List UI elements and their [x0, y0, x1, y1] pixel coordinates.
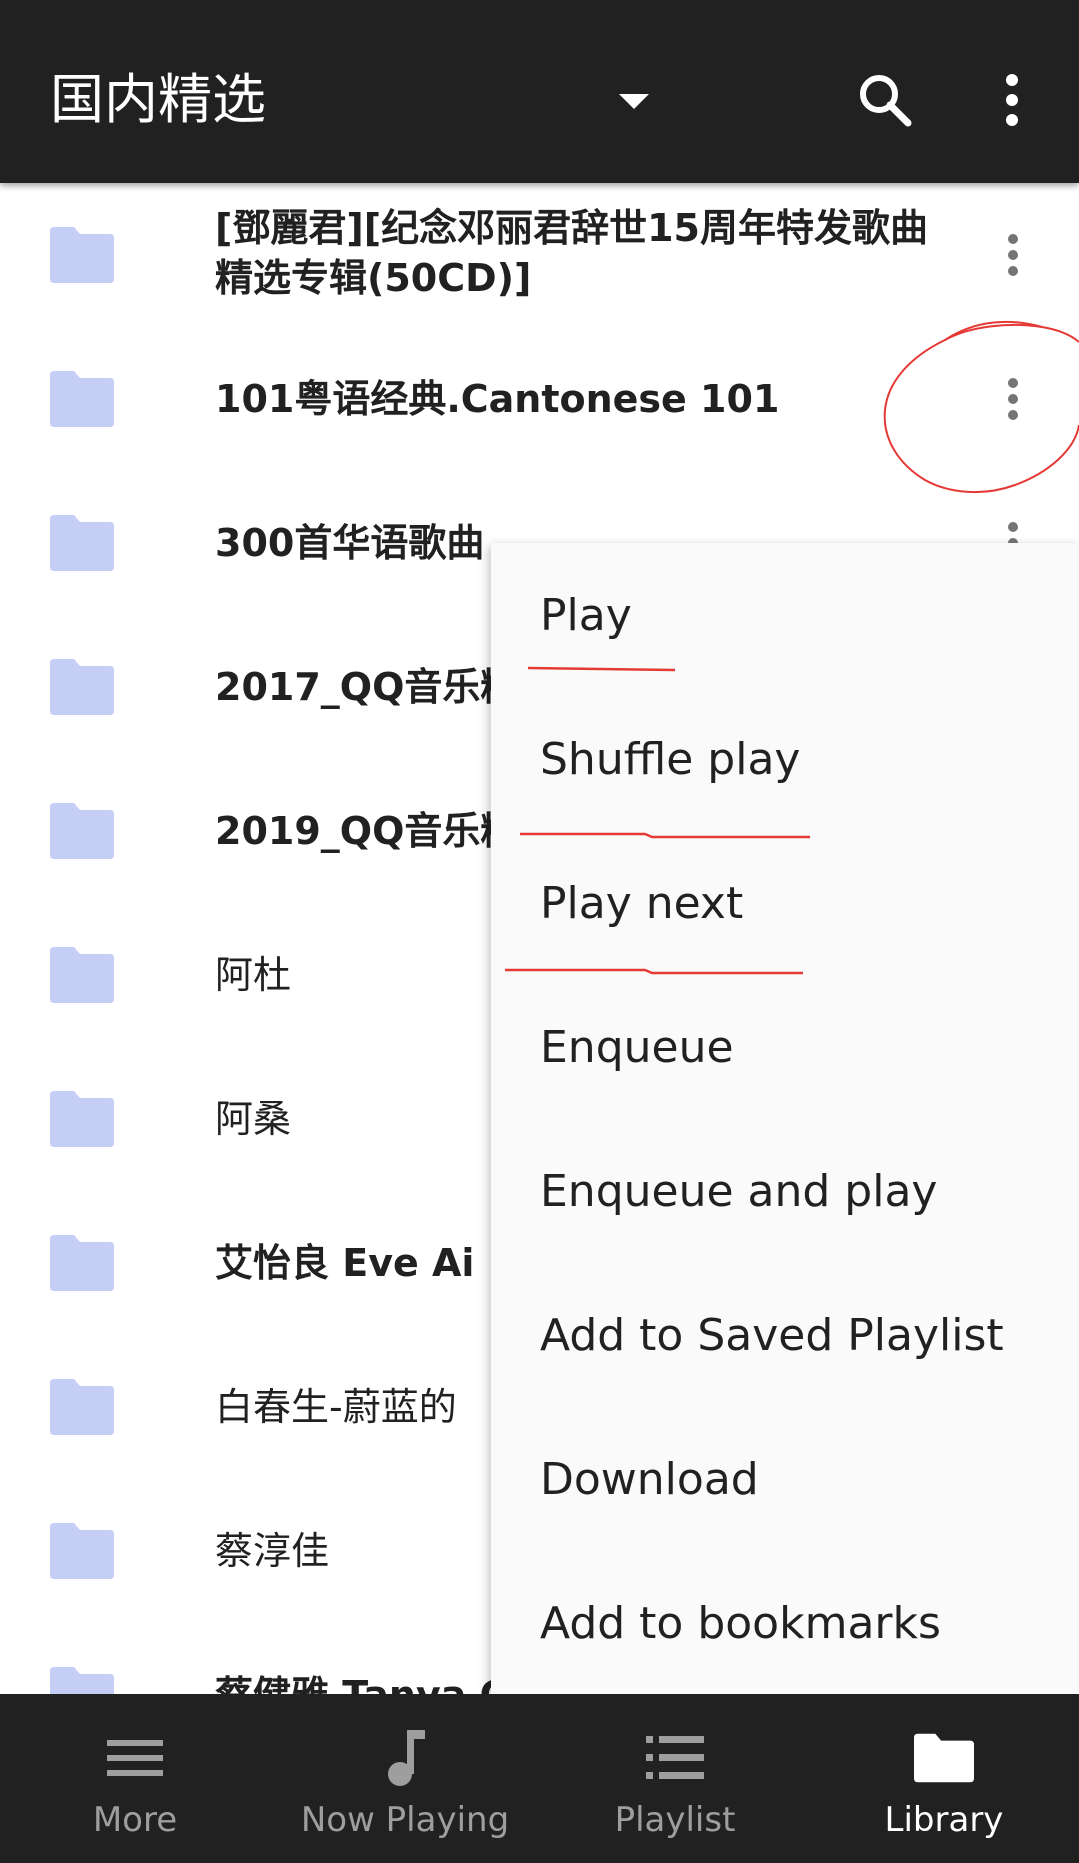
folder-icon [50, 1235, 114, 1291]
tab-more[interactable]: More [0, 1694, 270, 1863]
menu-item-label: Play [540, 590, 632, 641]
tab-label: Now Playing [300, 1800, 510, 1840]
menu-item-play-next[interactable]: Play next [491, 831, 1079, 975]
search-icon[interactable] [845, 60, 925, 140]
folder-icon [914, 1728, 974, 1788]
menu-item-label: Play next [540, 878, 744, 929]
folder-icon [50, 1667, 114, 1694]
menu-item-label: Add to bookmarks [540, 1598, 941, 1649]
tab-now-playing[interactable]: Now Playing [270, 1694, 540, 1863]
folder-label: [鄧麗君][纪念邓丽君辞世15周年特发歌曲精选专辑(50CD)] [215, 206, 928, 300]
more-vert-icon[interactable] [985, 369, 1041, 429]
folder-label: 101粤语经典.Cantonese 101 [215, 377, 780, 421]
menu-item-label: Download [540, 1454, 759, 1505]
folder-icon [50, 371, 114, 427]
folder-icon [50, 947, 114, 1003]
menu-item-play[interactable]: Play [491, 543, 1079, 687]
list-item[interactable]: 101粤语经典.Cantonese 101 [0, 327, 1079, 471]
menu-item-shuffle-play[interactable]: Shuffle play [491, 687, 1079, 831]
hamburger-icon [105, 1728, 165, 1788]
menu-item-label: Add to Saved Playlist [540, 1310, 1004, 1361]
folder-icon [50, 659, 114, 715]
tab-library[interactable]: Library [809, 1694, 1079, 1863]
folder-icon [50, 1091, 114, 1147]
list-item[interactable]: [鄧麗君][纪念邓丽君辞世15周年特发歌曲精选专辑(50CD)] [0, 183, 1079, 327]
chevron-down-icon[interactable] [604, 82, 664, 122]
tab-label: Playlist [614, 1800, 736, 1840]
context-menu: Play Shuffle play Play next Enqueue Enqu… [491, 543, 1079, 1694]
app-bar: 国内精选 [0, 0, 1079, 183]
more-vert-icon[interactable] [985, 225, 1041, 285]
menu-item-add-to-saved-playlist[interactable]: Add to Saved Playlist [491, 1263, 1079, 1407]
page-title[interactable]: 国内精选 [50, 64, 266, 136]
music-note-icon [375, 1728, 435, 1788]
folder-icon [50, 227, 114, 283]
screen: 国内精选 [鄧麗君][纪念邓丽君辞世15周年特发歌曲精选专辑(50CD)] 10… [0, 0, 1079, 1863]
menu-item-enqueue[interactable]: Enqueue [491, 975, 1079, 1119]
folder-icon [50, 515, 114, 571]
bottom-navigation: More Now Playing Playlist Library [0, 1694, 1079, 1863]
tab-label: Library [884, 1800, 1004, 1840]
menu-item-label: Enqueue and play [540, 1166, 938, 1217]
tab-playlist[interactable]: Playlist [540, 1694, 810, 1863]
menu-item-add-to-bookmarks[interactable]: Add to bookmarks [491, 1551, 1079, 1694]
menu-item-label: Enqueue [540, 1022, 734, 1073]
folder-icon [50, 1379, 114, 1435]
more-vert-icon[interactable] [972, 60, 1052, 140]
menu-item-download[interactable]: Download [491, 1407, 1079, 1551]
menu-item-label: Shuffle play [540, 734, 801, 785]
tab-label: More [92, 1800, 178, 1840]
menu-item-enqueue-and-play[interactable]: Enqueue and play [491, 1119, 1079, 1263]
folder-icon [50, 1523, 114, 1579]
playlist-icon [645, 1728, 705, 1788]
folder-icon [50, 803, 114, 859]
